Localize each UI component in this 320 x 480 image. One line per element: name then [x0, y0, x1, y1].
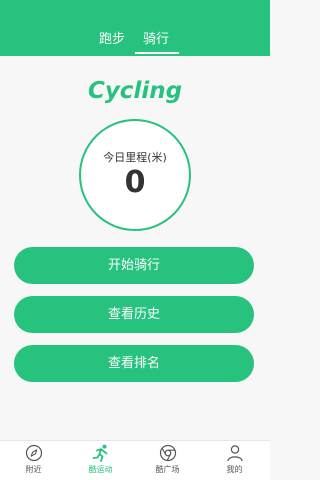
nav-item-profile[interactable]: 我的	[201, 444, 268, 480]
nav-item-square[interactable]: 酷广场	[134, 444, 201, 480]
tab-cycling[interactable]: 骑行	[136, 28, 176, 52]
nav-item-nearby[interactable]: 附近	[0, 444, 67, 480]
runner-icon	[92, 444, 107, 462]
nav-item-label: 我的	[226, 465, 243, 474]
user-icon	[226, 445, 243, 462]
view-ranking-button[interactable]: 查看排名	[14, 345, 254, 382]
nav-item-label: 酷广场	[155, 465, 180, 474]
tab-running[interactable]: 跑步	[92, 28, 132, 52]
nav-item-label: 附近	[25, 465, 42, 474]
compass-icon	[25, 444, 42, 462]
view-history-button[interactable]: 查看历史	[14, 296, 254, 333]
distance-value: 0	[124, 165, 146, 200]
active-tab-indicator	[135, 52, 179, 54]
bottom-nav: 附近 酷运动 酷广场 我的	[0, 440, 270, 480]
nav-item-sports[interactable]: 酷运动	[67, 444, 134, 480]
top-header: 跑步 骑行	[0, 0, 270, 56]
distance-label: 今日里程(米)	[103, 151, 167, 164]
distance-ring: 今日里程(米) 0	[79, 119, 191, 231]
chrome-icon	[159, 444, 176, 462]
start-cycling-button[interactable]: 开始骑行	[14, 247, 254, 284]
nav-item-label: 酷运动	[88, 465, 113, 474]
page-title: Cycling	[87, 78, 183, 104]
